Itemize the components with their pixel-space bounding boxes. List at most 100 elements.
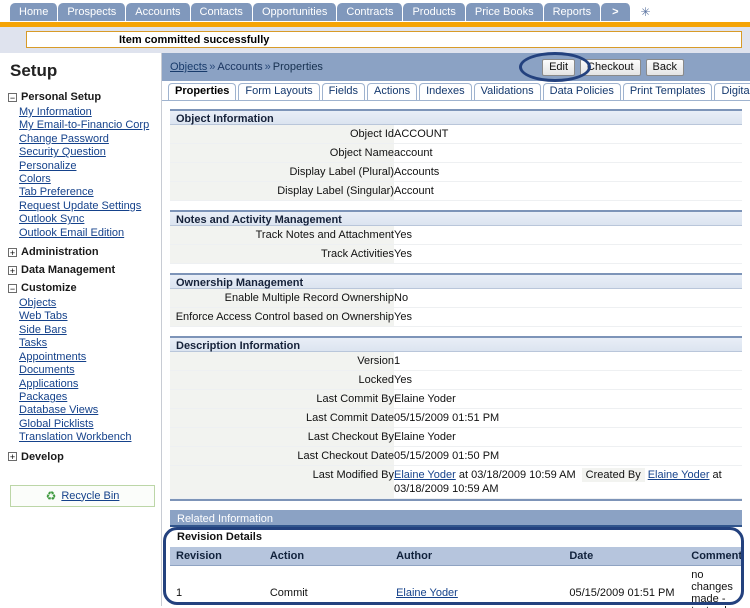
created-by-user-link[interactable]: Elaine Yoder [648, 469, 710, 481]
global-tab-home[interactable]: Home [10, 3, 59, 21]
section-ownership-management: Ownership Management Enable Multiple Reco… [170, 273, 742, 327]
detail-value: 05/15/2009 01:51 PM [394, 408, 742, 428]
sub-tab-indexes[interactable]: Indexes [419, 83, 472, 100]
edit-button[interactable]: Edit [542, 58, 576, 76]
sidebar-link-global-picklists[interactable]: Global Picklists [19, 418, 161, 431]
global-tab-price-books[interactable]: Price Books [465, 3, 544, 21]
detail-row: Locked Yes [170, 370, 742, 390]
detail-label: Version [170, 352, 394, 371]
audit-value: Elaine Yoder at 03/18/2009 10:59 AM Creat… [394, 465, 742, 499]
detail-content: Object Information Object Id ACCOUNT Object… [162, 101, 750, 501]
checkout-button[interactable]: Checkout [580, 58, 641, 76]
section-footer-rule [170, 499, 742, 501]
collapse-icon[interactable]: − [8, 92, 17, 102]
sidebar-link-my-information[interactable]: My Information [19, 106, 161, 119]
detail-value: Yes [394, 244, 742, 264]
sidebar-section-label: Personal Setup [21, 91, 102, 103]
expand-icon[interactable]: + [8, 452, 17, 462]
section-header: Notes and Activity Management [170, 210, 742, 226]
sub-tab-data-policies[interactable]: Data Policies [542, 83, 621, 100]
page-title: Setup [10, 61, 58, 80]
global-tab-accounts[interactable]: Accounts [126, 3, 191, 21]
back-button[interactable]: Back [645, 58, 684, 76]
sidebar-section-data-management[interactable]: + Data Management [8, 264, 161, 276]
sidebar-link-outlook-sync[interactable]: Outlook Sync [19, 213, 161, 226]
detail-row: Last Commit Date 05/15/2009 01:51 PM [170, 408, 742, 428]
global-tab-prospects[interactable]: Prospects [58, 3, 127, 21]
sidebar-section-personal-setup[interactable]: − Personal Setup [8, 91, 161, 103]
sidebar-sections: − Personal Setup My Information My Email-to… [8, 91, 161, 463]
breadcrumb-objects[interactable]: Objects [170, 61, 207, 73]
detail-row: Last Commit By Elaine Yoder [170, 389, 742, 409]
column-header-author[interactable]: Author [390, 547, 564, 566]
sidebar-link-web-tabs[interactable]: Web Tabs [19, 310, 161, 323]
sidebar-link-tab-preference[interactable]: Tab Preference [19, 186, 161, 199]
sidebar-link-personalize[interactable]: Personalize [19, 160, 161, 173]
detail-label: Last Checkout Date [170, 446, 394, 466]
created-by-label: Created By [581, 468, 645, 482]
sidebar-section-administration[interactable]: + Administration [8, 246, 161, 258]
sidebar-link-documents[interactable]: Documents [19, 364, 161, 377]
sub-tab-print-templates[interactable]: Print Templates [622, 83, 713, 100]
recycle-bin-box[interactable]: ♻ Recycle Bin [10, 484, 155, 507]
sub-tab-actions[interactable]: Actions [367, 83, 418, 100]
cell-comment: no changes made - test only [685, 565, 742, 608]
sidebar-link-appointments[interactable]: Appointments [19, 351, 161, 364]
detail-value: ACCOUNT [394, 125, 742, 144]
detail-label: Track Notes and Attachment [170, 226, 394, 245]
sidebar-link-packages[interactable]: Packages [19, 391, 161, 404]
sidebar-section-customize[interactable]: − Customize [8, 282, 161, 294]
sidebar-section-label: Data Management [21, 264, 116, 277]
detail-label: Enable Multiple Record Ownership [170, 289, 394, 308]
column-header-revision[interactable]: Revision [170, 547, 264, 566]
page-body: Setup − Personal Setup My Information My Em… [0, 53, 750, 608]
detail-value: Accounts [394, 162, 742, 182]
sidebar-link-objects[interactable]: Objects [19, 297, 161, 310]
breadcrumb-accounts[interactable]: Accounts [217, 61, 262, 73]
sub-tab-fields[interactable]: Fields [321, 83, 366, 100]
sidebar-link-tasks[interactable]: Tasks [19, 337, 161, 350]
detail-label: Object Name [170, 143, 394, 163]
section-object-information: Object Information Object Id ACCOUNT Object… [170, 109, 742, 201]
table-row: 1 Commit Elaine Yoder 05/15/2009 01:51 PM no… [170, 565, 742, 608]
global-tab--[interactable]: > [601, 3, 631, 21]
detail-label: Object Id [170, 125, 394, 144]
global-tab-reports[interactable]: Reports [543, 3, 602, 21]
sub-tab-form-layouts[interactable]: Form Layouts [238, 83, 320, 100]
status-message-area: Item committed successfully [0, 27, 750, 53]
global-tab-contracts[interactable]: Contracts [337, 3, 404, 21]
revision-details-title: Revision Details [170, 527, 742, 547]
sub-tab-validations[interactable]: Validations [473, 83, 541, 100]
detail-table: Track Notes and Attachment Yes Track Activ… [170, 226, 742, 264]
global-tab-products[interactable]: Products [403, 3, 466, 21]
sidebar-link-database-views[interactable]: Database Views [19, 404, 161, 417]
sidebar-link-my-email-to-financio-corp[interactable]: My Email-to-Financio Corp [19, 119, 161, 132]
sidebar-link-applications[interactable]: Applications [19, 378, 161, 391]
sidebar-link-security-question[interactable]: Security Question [19, 146, 161, 159]
recycle-bin-link[interactable]: Recycle Bin [61, 490, 119, 502]
author-link[interactable]: Elaine Yoder [396, 587, 458, 599]
sub-tab-properties[interactable]: Properties [168, 83, 237, 100]
sidebar-section-label: Customize [21, 282, 77, 295]
column-header-date[interactable]: Date [563, 547, 686, 566]
related-information: Related Information Revision Details Revis… [162, 510, 750, 608]
expand-icon[interactable]: + [8, 247, 17, 257]
audit-row: Last Modified By Elaine Yoder at 03/18/20… [170, 465, 742, 499]
sidebar-link-colors[interactable]: Colors [19, 173, 161, 186]
sub-tab-digital-signatures[interactable]: Digital Signatures [714, 83, 750, 100]
detail-value: 05/15/2009 01:50 PM [394, 446, 742, 466]
last-modified-user-link[interactable]: Elaine Yoder [394, 469, 456, 481]
sidebar-link-side-bars[interactable]: Side Bars [19, 324, 161, 337]
global-tab-opportunities[interactable]: Opportunities [252, 3, 338, 21]
sidebar-link-outlook-email-edition[interactable]: Outlook Email Edition [19, 227, 161, 240]
sidebar-link-translation-workbench[interactable]: Translation Workbench [19, 431, 161, 444]
column-header-action[interactable]: Action [263, 547, 391, 566]
collapse-icon[interactable]: − [8, 283, 17, 293]
sidebar-link-change-password[interactable]: Change Password [19, 133, 161, 146]
sidebar-section-develop[interactable]: + Develop [8, 451, 161, 463]
expand-icon[interactable]: + [8, 265, 17, 275]
sidebar-link-request-update-settings[interactable]: Request Update Settings [19, 200, 161, 213]
global-tab-contacts[interactable]: Contacts [190, 3, 253, 21]
detail-row: Track Notes and Attachment Yes [170, 226, 742, 245]
column-header-comment[interactable]: Comment [685, 547, 742, 566]
